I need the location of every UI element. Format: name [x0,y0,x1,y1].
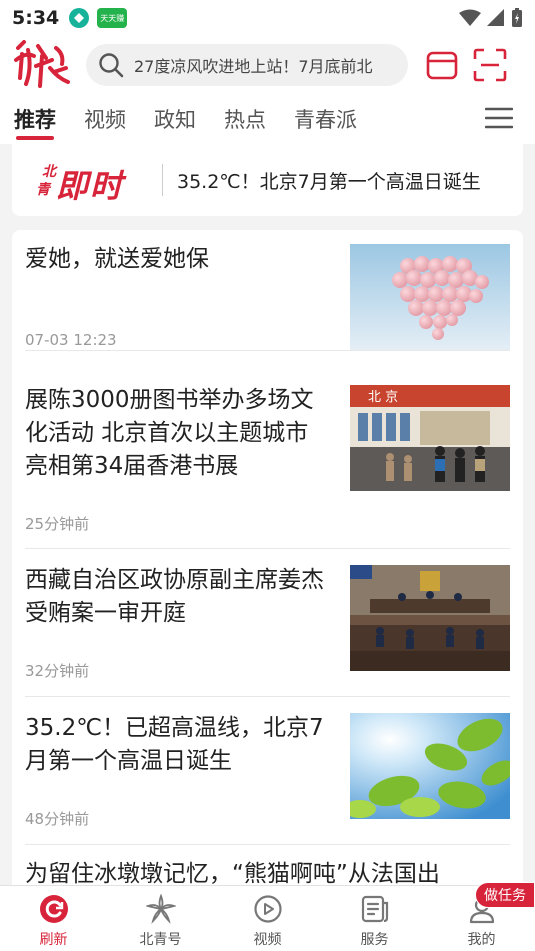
signal-icon [487,9,504,26]
scan-icon [473,48,507,82]
list-item[interactable]: 35.2℃！已超高温线，北京7月第一个高温日诞生 48分钟前 [25,698,510,845]
app-notification-icon [69,8,90,28]
book-fair-image: 北 京 [350,385,510,491]
nav-label: 我的 [467,932,496,948]
category-tabs: 推荐 视频 政知 热点 青春派 [0,94,535,144]
battery-icon [512,8,522,27]
item-title: 展陈3000册图书举办多场文化活动 北京首次以主题城市亮相第34届香港书展 [25,387,314,479]
item-time: 48分钟前 [25,810,90,828]
refresh-icon [38,893,70,925]
status-time: 5:34 [12,7,60,29]
wifi-icon [459,9,481,26]
breaking-logo-big: 即时 [56,167,125,205]
top-bar: 27度凉风吹进地上站！7月底前北 [0,36,535,94]
news-feed: 爱她，就送爱她保 07-03 12:23 展陈3000册图书举办多场文化活动 北… [12,230,523,885]
nav-beiqing-hao[interactable]: 北青号 [107,886,214,951]
bottom-navigation: 刷新 北青号 视频 服务 我的 [0,885,535,951]
list-item[interactable]: 展陈3000册图书举办多场文化活动 北京首次以主题城市亮相第34届香港书展 25… [25,368,510,549]
flower-icon [145,893,177,925]
services-icon [359,893,391,925]
sunlit-leaves-image [350,713,510,819]
menu-icon[interactable] [485,106,513,130]
item-time: 07-03 12:23 [25,331,117,349]
tab-politics[interactable]: 政知 [154,94,196,144]
search-placeholder: 27度凉风吹进地上站！7月底前北 [134,57,373,76]
tab-youth[interactable]: 青春派 [294,94,357,144]
breaking-logo-small-1: 北 [42,164,56,180]
app-logo[interactable] [10,37,74,93]
tab-hot[interactable]: 热点 [224,94,266,144]
item-title: 西藏自治区政协原副主席姜杰受贿案一审开庭 [25,567,324,626]
scan-button[interactable] [470,45,510,85]
status-bar: 5:34 天天赚 [0,0,535,36]
tab-recommend[interactable]: 推荐 [14,94,56,144]
list-item[interactable]: 西藏自治区政协原副主席姜杰受贿案一审开庭 32分钟前 [25,550,510,697]
nav-label: 北青号 [139,932,182,948]
divider [162,164,163,196]
nav-services[interactable]: 服务 [321,886,428,951]
play-icon [252,893,284,925]
item-title: 35.2℃！已超高温线，北京7月第一个高温日诞生 [25,715,324,774]
breaking-news-logo: 北 青 即时 [26,159,146,205]
svg-text:北 京: 北 京 [368,390,398,405]
nav-video[interactable]: 视频 [214,886,321,951]
breaking-logo-small-2: 青 [36,182,50,198]
nav-label: 视频 [253,932,282,948]
calendar-icon [426,51,458,80]
list-item[interactable]: 为留住冰墩墩记忆，“熊猫啊吨”从法国出 [25,846,510,885]
search-icon [99,53,124,78]
nav-refresh[interactable]: 刷新 [0,886,107,951]
calendar-button[interactable] [422,45,462,85]
courtroom-image [350,565,510,671]
tab-video[interactable]: 视频 [84,94,126,144]
heart-balloons-image [350,244,510,350]
breaking-news-card[interactable]: 北 青 即时 35.2℃！北京7月第一个高温日诞生 [12,144,523,216]
item-time: 25分钟前 [25,515,90,533]
do-task-badge[interactable]: 做任务 [475,882,535,908]
nav-label: 刷新 [39,932,68,948]
search-bar[interactable]: 27度凉风吹进地上站！7月底前北 [86,44,408,86]
item-time: 32分钟前 [25,662,90,680]
list-item[interactable]: 爱她，就送爱她保 07-03 12:23 [25,230,510,351]
app-badge-icon: 天天赚 [97,8,128,28]
item-title: 为留住冰墩墩记忆，“熊猫啊吨”从法国出 [25,861,440,885]
nav-label: 服务 [360,932,389,948]
breaking-headline: 35.2℃！北京7月第一个高温日诞生 [177,170,481,193]
item-title: 爱她，就送爱她保 [25,246,209,272]
